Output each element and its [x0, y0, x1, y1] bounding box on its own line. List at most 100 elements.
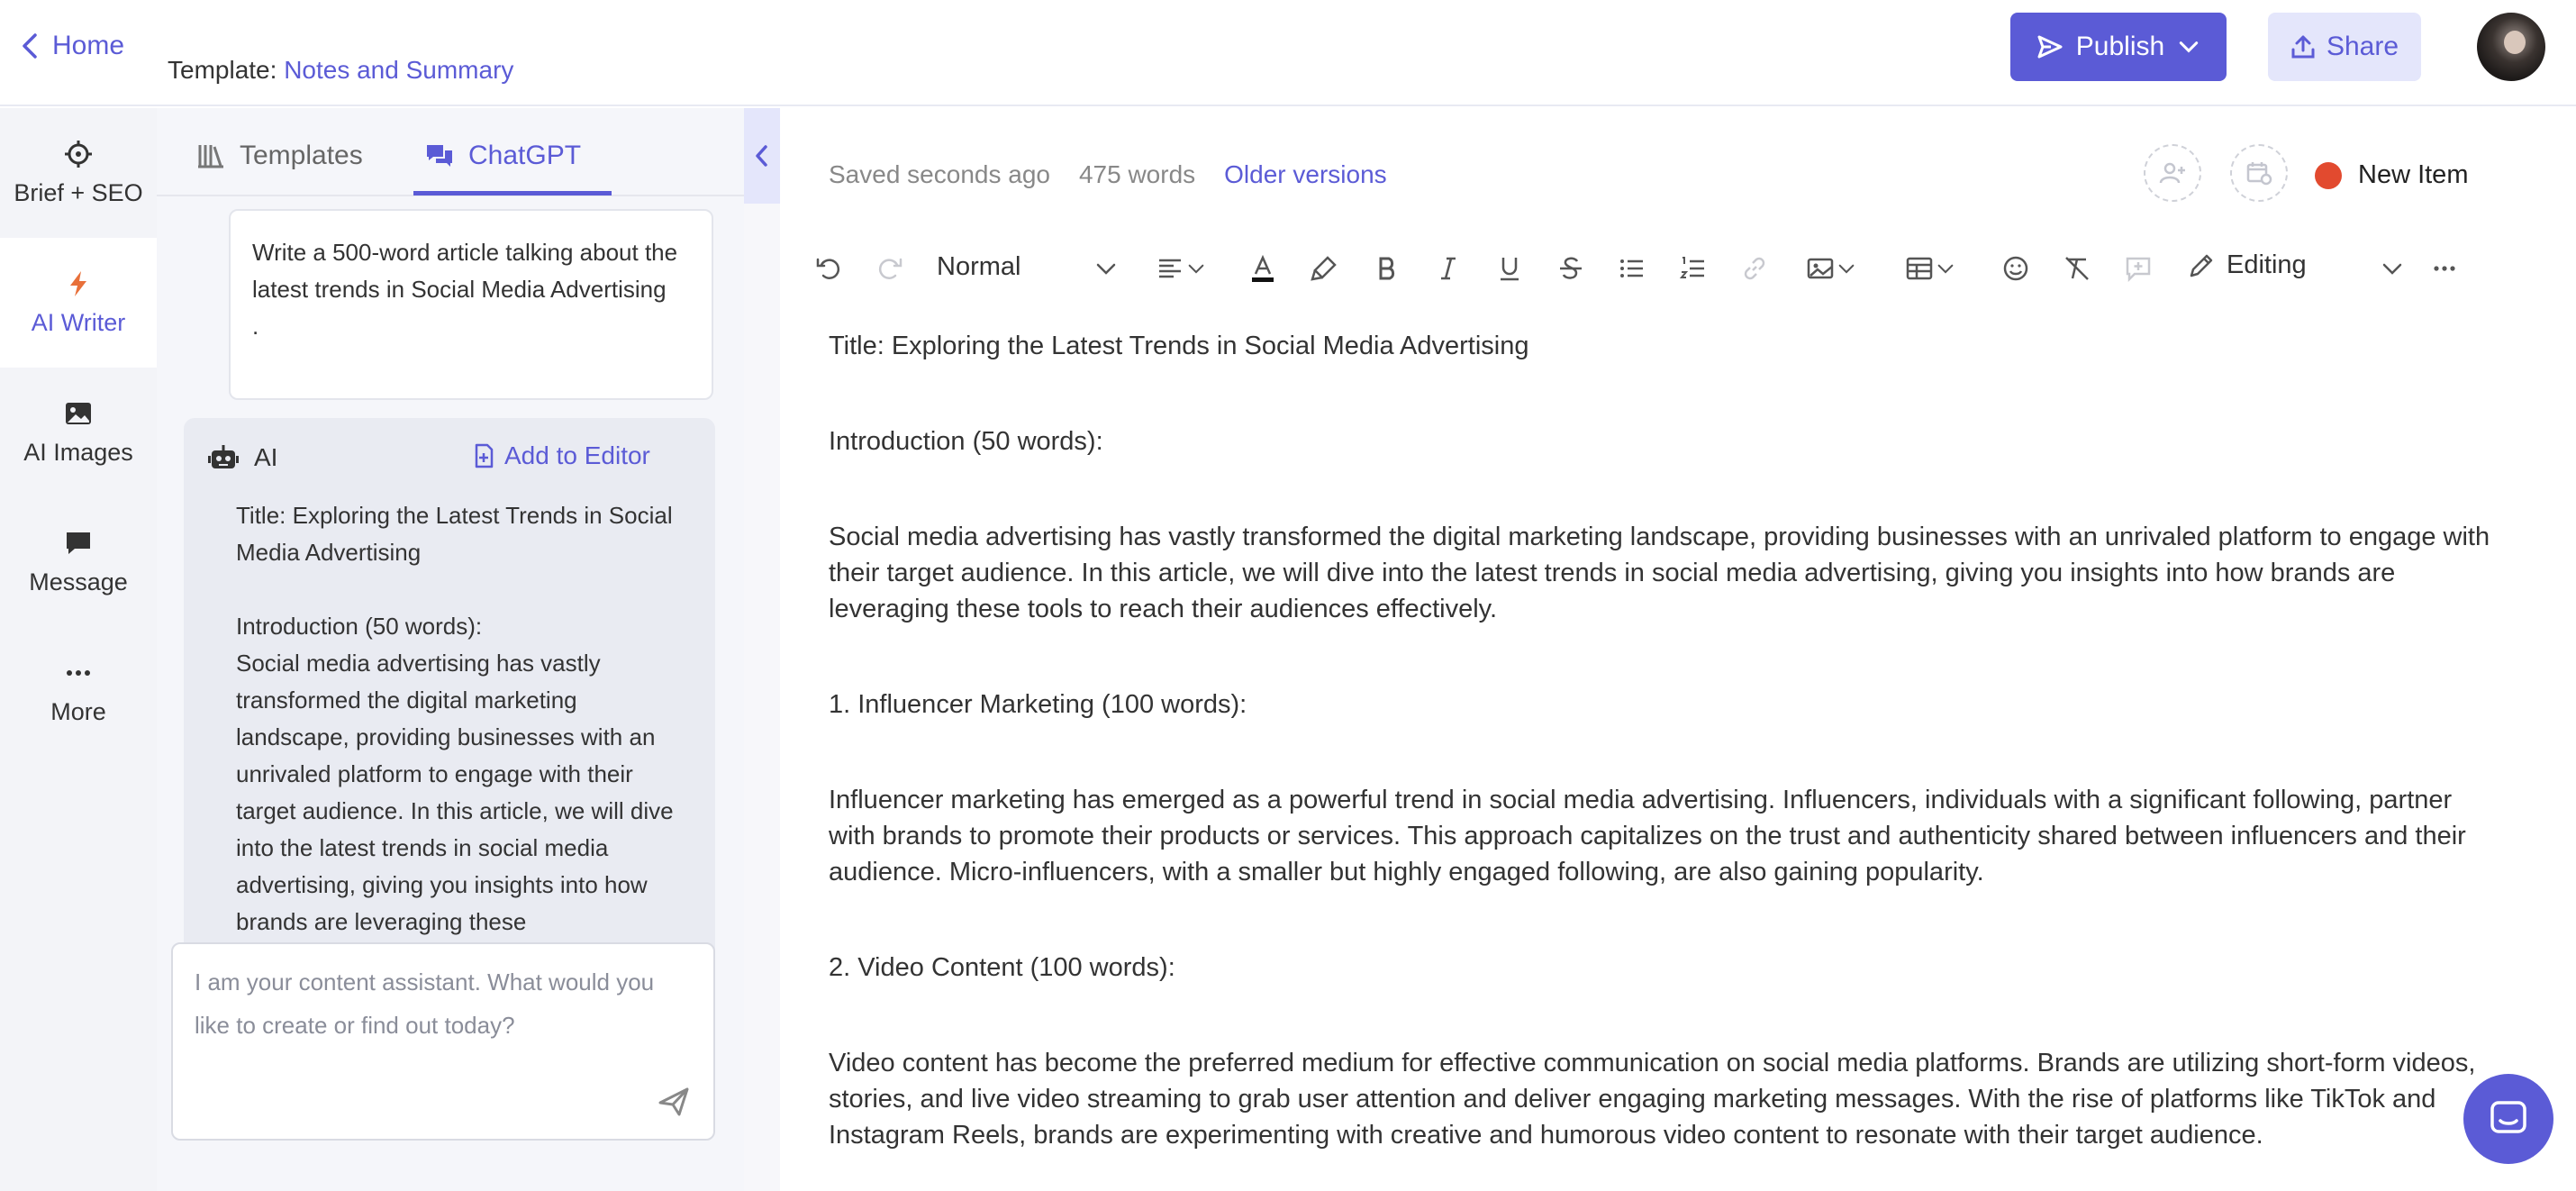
underline-button[interactable]: [1490, 241, 1529, 295]
nav-item-more[interactable]: More: [0, 627, 157, 757]
bullet-list-icon: [1620, 259, 1643, 277]
user-prompt-card: Write a 500-word article talking about t…: [229, 209, 713, 400]
bold-icon: [1379, 257, 1395, 280]
chevron-down-icon: [1838, 264, 1855, 274]
avatar[interactable]: [2477, 13, 2545, 81]
panel-tabs: Templates ChatGPT: [157, 108, 744, 196]
chevron-left-icon: [756, 145, 767, 167]
link-icon: [1744, 257, 1765, 280]
nav-label: AI Images: [23, 438, 133, 466]
nav-item-ai-writer[interactable]: AI Writer: [0, 238, 157, 368]
template-name[interactable]: Notes and Summary: [284, 56, 513, 84]
status-label: New Item: [2358, 160, 2469, 189]
nav-label: AI Writer: [31, 308, 126, 336]
chevron-down-icon: [2180, 41, 2199, 53]
share-label: Share: [2326, 32, 2399, 61]
doc-paragraph: Title: Exploring the Latest Trends in So…: [829, 332, 1529, 360]
image-icon: [66, 402, 91, 424]
comment-add-icon: [2126, 257, 2151, 283]
mode-value: Editing: [2227, 250, 2307, 279]
tab-templates[interactable]: Templates: [196, 141, 363, 171]
assistant-input[interactable]: I am your content assistant. What would …: [171, 942, 715, 1141]
editor-toolbar: Normal Editing: [811, 241, 2468, 295]
redo-button[interactable]: [872, 241, 908, 295]
publish-button[interactable]: Publish: [2010, 13, 2227, 81]
schedule-button[interactable]: [2230, 144, 2288, 202]
doc-paragraph: 1. Influencer Marketing (100 words):: [829, 690, 1247, 719]
tab-label: Templates: [240, 141, 363, 170]
link-button[interactable]: [1735, 241, 1774, 295]
table-insert-button[interactable]: [1895, 241, 1967, 295]
more-horizontal-icon: [2434, 266, 2455, 271]
align-button[interactable]: [1146, 241, 1218, 295]
nav-label: Message: [29, 568, 128, 596]
older-versions-link[interactable]: Older versions: [1224, 160, 1387, 189]
mode-select[interactable]: Editing: [2187, 250, 2307, 280]
redo-icon: [878, 258, 903, 279]
mode-dropdown-button[interactable]: [2374, 241, 2410, 295]
chat-icon: [427, 145, 452, 167]
add-to-editor-button[interactable]: Add to Editor: [470, 441, 650, 470]
clear-format-icon: [2065, 257, 2089, 280]
support-chat-button[interactable]: [2463, 1074, 2553, 1164]
home-link[interactable]: Home: [20, 31, 124, 61]
table-icon: [1906, 257, 1933, 280]
emoji-button[interactable]: [1996, 241, 2036, 295]
style-value: Normal: [937, 252, 1021, 281]
home-label: Home: [52, 31, 125, 60]
add-collaborator-button[interactable]: [2144, 144, 2201, 202]
numbered-list-icon: [1679, 257, 1704, 278]
saved-status: Saved seconds ago: [829, 160, 1050, 188]
doc-paragraph: Video content has become the preferred m…: [829, 1049, 2476, 1150]
undo-button[interactable]: [811, 241, 847, 295]
doc-paragraph: Introduction (50 words):: [829, 427, 1103, 456]
send-icon[interactable]: [658, 1085, 690, 1117]
strikethrough-button[interactable]: [1551, 241, 1591, 295]
send-icon: [2037, 35, 2063, 59]
highlighter-icon: [1311, 256, 1337, 281]
nav-label: Brief + SEO: [14, 178, 143, 206]
bullet-list-button[interactable]: [1612, 241, 1652, 295]
ai-response-text: Title: Exploring the Latest Trends in So…: [236, 502, 674, 935]
user-prompt-text: Write a 500-word article talking about t…: [252, 239, 678, 340]
highlight-button[interactable]: [1304, 241, 1344, 295]
tab-chatgpt[interactable]: ChatGPT: [425, 141, 581, 171]
robot-icon: [208, 445, 239, 468]
comment-button[interactable]: [2118, 241, 2158, 295]
crosshair-icon: [65, 140, 92, 168]
document-add-icon: [475, 443, 494, 468]
ai-label: AI: [254, 443, 278, 471]
collapse-panel-button[interactable]: [744, 108, 780, 204]
bold-button[interactable]: [1367, 241, 1407, 295]
doc-paragraph: Social media advertising has vastly tran…: [829, 523, 2490, 623]
upload-icon: [2291, 35, 2315, 59]
emoji-icon: [2003, 256, 2028, 281]
text-color-button[interactable]: [1243, 241, 1283, 295]
style-dropdown-button[interactable]: [1088, 241, 1124, 295]
nav-item-brief-seo[interactable]: Brief + SEO: [0, 108, 157, 238]
nav-item-message[interactable]: Message: [0, 497, 157, 627]
numbered-list-button[interactable]: [1673, 241, 1713, 295]
share-button[interactable]: Share: [2268, 13, 2421, 81]
clear-format-button[interactable]: [2057, 241, 2097, 295]
image-insert-button[interactable]: [1796, 241, 1868, 295]
status-indicator[interactable]: New Item: [2315, 160, 2468, 190]
active-tab-indicator: [413, 191, 612, 195]
status-dot: [2315, 161, 2342, 189]
image-icon: [1807, 258, 1834, 279]
left-nav: Brief + SEO AI Writer AI Images Message …: [0, 108, 157, 1191]
add-to-editor-label: Add to Editor: [504, 441, 650, 469]
more-options-button[interactable]: [2426, 241, 2463, 295]
assistant-panel: Templates ChatGPT Write a 500-word artic…: [157, 108, 744, 1191]
chevron-down-icon: [2382, 263, 2402, 275]
word-count: 475 words: [1078, 160, 1196, 188]
doc-paragraph: 2. Video Content (100 words):: [829, 953, 1175, 982]
chat-icon: [2490, 1101, 2526, 1133]
template-prefix: Template:: [168, 56, 277, 84]
dots-icon: [67, 669, 90, 676]
italic-button[interactable]: [1429, 241, 1468, 295]
nav-item-ai-images[interactable]: AI Images: [0, 368, 157, 497]
add-user-icon: [2159, 162, 2185, 184]
message-icon: [67, 532, 90, 554]
strikethrough-icon: [1560, 257, 1582, 279]
